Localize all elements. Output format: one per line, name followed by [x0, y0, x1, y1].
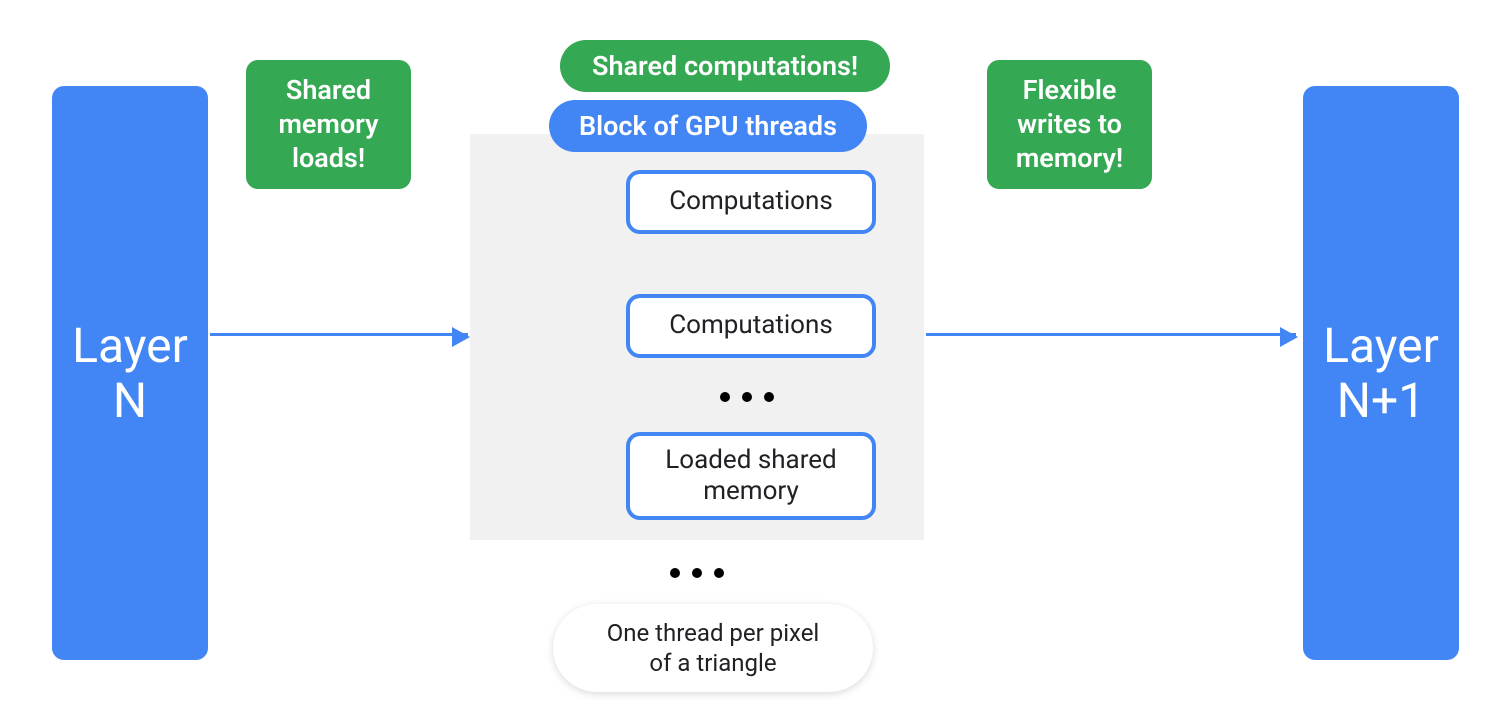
callout-left-line1: Shared [286, 74, 371, 106]
computation-box-1: Computations [626, 170, 876, 234]
thread-per-pixel-pill: One thread per pixel of a triangle [553, 604, 873, 692]
callout-flexible-writes: Flexible writes to memory! [987, 60, 1152, 189]
ellipsis-outer [670, 568, 724, 578]
computation-box-2: Computations [626, 294, 876, 358]
layer-n-box: Layer N [52, 86, 208, 660]
comp2-text: Computations [669, 310, 833, 341]
callout-right-line2: writes to [1017, 108, 1122, 140]
thread-pill-line1: One thread per pixel [607, 619, 820, 647]
callout-right-line3: memory! [1016, 142, 1123, 174]
loaded-shared-memory-box: Loaded shared memory [626, 432, 876, 520]
layer-n1-box: Layer N+1 [1303, 86, 1459, 660]
layer-n-label-line2: N [113, 372, 147, 429]
arrow-left [210, 333, 468, 336]
callout-shared-memory-loads: Shared memory loads! [246, 60, 411, 189]
layer-n-label-line1: Layer [72, 317, 188, 374]
layer-n1-label-line1: Layer [1323, 317, 1439, 374]
pill-block-gpu-threads: Block of GPU threads [549, 100, 867, 152]
arrow-right [926, 333, 1296, 336]
pill-shared-comp-text: Shared computations! [592, 50, 858, 82]
pill-shared-computations: Shared computations! [560, 40, 890, 92]
callout-left-line3: loads! [292, 142, 365, 174]
callout-right-line1: Flexible [1023, 74, 1117, 106]
shared-mem-line1: Loaded shared [665, 445, 836, 475]
pill-block-threads-text: Block of GPU threads [579, 110, 837, 142]
layer-n1-label-line2: N+1 [1337, 372, 1425, 429]
thread-pill-line2: of a triangle [649, 649, 776, 677]
ellipsis-inner [720, 392, 774, 402]
shared-mem-line2: memory [703, 476, 799, 506]
callout-left-line2: memory [278, 108, 378, 140]
comp1-text: Computations [669, 186, 833, 217]
